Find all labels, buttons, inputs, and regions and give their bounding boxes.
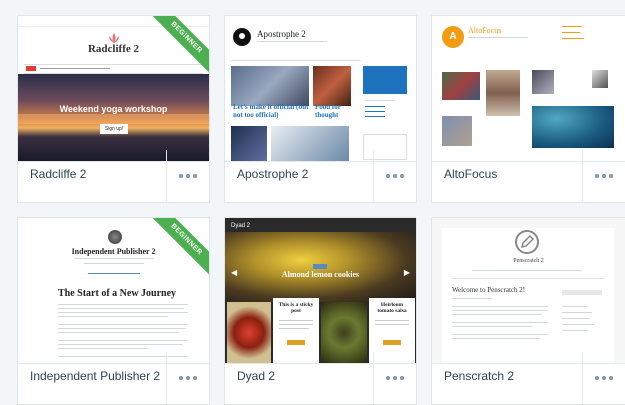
more-icon <box>179 174 197 178</box>
lotus-icon <box>107 30 121 43</box>
theme-card-penscratch-2[interactable]: Penscratch 2 Welcome to Penscratch 2! Pe… <box>431 217 625 405</box>
hero-tag <box>313 264 327 269</box>
pencil-icon <box>515 230 539 254</box>
avatar <box>108 230 122 244</box>
preview-title: Radcliffe 2 <box>87 43 139 55</box>
more-options-button[interactable] <box>166 352 209 404</box>
theme-name[interactable]: Penscratch 2 <box>444 369 514 383</box>
theme-card-independent-publisher-2[interactable]: Independent Publisher 2 The Start of a N… <box>17 217 210 405</box>
theme-card-dyad-2[interactable]: Dyad 2 Almond lemon cookies ◀ ▶ This is … <box>224 217 417 405</box>
theme-name[interactable]: AltoFocus <box>444 167 497 181</box>
card-footer: Apostrophe 2 <box>225 150 416 202</box>
more-icon <box>595 174 613 178</box>
card-footer: Penscratch 2 <box>432 352 625 404</box>
theme-name[interactable]: Apostrophe 2 <box>237 167 308 181</box>
more-icon <box>595 376 613 380</box>
gallery-image-3 <box>532 70 554 94</box>
prev-arrow: ◀ <box>231 268 238 277</box>
card-footer: Radcliffe 2 <box>18 150 209 202</box>
post-title-2: Food for thought <box>315 103 341 119</box>
post-heading: The Start of a New Journey <box>58 288 177 299</box>
post-heading: Welcome to Penscratch 2! <box>452 286 526 294</box>
card-footer: Independent Publisher 2 <box>18 352 209 404</box>
preview-title: AltoFocus <box>468 26 502 35</box>
card-footer: Dyad 2 <box>225 352 416 404</box>
post-image-1 <box>231 66 309 106</box>
theme-card-altofocus[interactable]: A AltoFocus AltoFocus <box>431 15 625 203</box>
more-icon <box>386 376 404 380</box>
theme-screenshot[interactable]: Apostrophe 2 Let's make it official (but… <box>225 16 416 162</box>
theme-name[interactable]: Independent Publisher 2 <box>30 369 160 383</box>
preview-title: Independent Publisher 2 <box>71 247 156 256</box>
preview-title: Penscratch 2 <box>513 258 544 264</box>
more-options-button[interactable] <box>373 150 416 202</box>
hero-title: Weekend yoga workshop <box>59 104 168 114</box>
hero-title: Almond lemon cookies <box>281 270 360 279</box>
preview-title: Dyad 2 <box>231 223 251 229</box>
more-options-button[interactable] <box>582 150 625 202</box>
next-arrow: ▶ <box>403 268 410 277</box>
hero-button: Sign up! <box>100 124 128 134</box>
more-icon <box>386 174 404 178</box>
post-image-2 <box>313 66 351 106</box>
theme-screenshot[interactable]: Penscratch 2 Welcome to Penscratch 2! <box>432 218 625 364</box>
theme-screenshot[interactable]: A AltoFocus <box>432 16 625 162</box>
theme-screenshot[interactable]: Independent Publisher 2 The Start of a N… <box>18 218 209 364</box>
more-options-button[interactable] <box>582 352 625 404</box>
theme-card-apostrophe-2[interactable]: Apostrophe 2 Let's make it official (but… <box>224 15 417 203</box>
more-options-button[interactable] <box>373 352 416 404</box>
hero-image: Weekend yoga workshop Sign up! <box>18 74 209 161</box>
logo-icon: A <box>442 26 464 48</box>
theme-grid: Radcliffe 2 Weekend yoga workshop Sign u… <box>0 0 625 405</box>
logo-icon <box>233 28 251 46</box>
theme-screenshot[interactable]: Dyad 2 Almond lemon cookies ◀ ▶ This is … <box>225 218 416 364</box>
gallery-image-1 <box>442 72 480 100</box>
sidebar-widget <box>363 66 407 94</box>
theme-card-radcliffe-2[interactable]: Radcliffe 2 Weekend yoga workshop Sign u… <box>17 15 210 203</box>
card-footer: AltoFocus <box>432 150 625 202</box>
more-icon <box>179 376 197 380</box>
more-options-button[interactable] <box>166 150 209 202</box>
theme-screenshot[interactable]: Radcliffe 2 Weekend yoga workshop Sign u… <box>18 16 209 162</box>
gallery-image-5 <box>442 116 472 146</box>
post-title-1: Let's make it official (but not too offi… <box>233 103 309 119</box>
preview-title: Apostrophe 2 <box>257 29 306 39</box>
gallery-image-4 <box>592 70 608 88</box>
gallery-image-2 <box>486 70 520 116</box>
theme-name[interactable]: Dyad 2 <box>237 369 275 383</box>
theme-name[interactable]: Radcliffe 2 <box>30 167 86 181</box>
gallery-image-6 <box>532 106 614 148</box>
